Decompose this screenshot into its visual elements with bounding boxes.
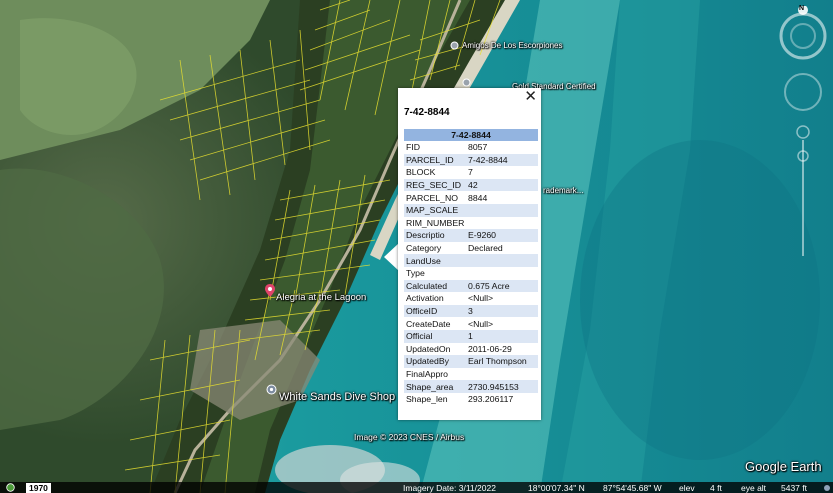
attribute-value [466,254,538,267]
attribute-value: 2730.945153 [466,380,538,393]
attribute-key: UpdatedBy [404,355,466,368]
attribute-row: CreateDate <Null> [404,317,538,330]
eye-altitude-value: 5437 ft [781,483,807,493]
attribute-key: UpdatedOn [406,343,451,354]
attribute-row: Shape_area 2730.945153 [404,380,538,393]
attribute-value: 42 [466,178,538,192]
attribute-row: Activation <Null> [404,292,538,305]
attribute-key: FID [406,142,420,153]
attribute-key: FinalAppro [406,368,449,379]
place-pin-icon[interactable] [265,282,275,301]
attribute-row: MAP_SCALE [404,203,538,217]
attribute-row: Official 1 [404,329,538,343]
attribute-row: OfficeID 3 [404,304,538,318]
attribute-value [466,368,538,381]
attribute-key: OfficeID [404,304,466,318]
parcel-info-balloon: ✕ 7-42-8844 7-42-8844 FID 8057 PARCEL_ID 7-… [398,87,541,420]
attribute-key: MAP_SCALE [404,203,466,217]
attribute-value: 293.206117 [468,394,514,405]
attribute-key: RIM_NUMBER [406,217,465,228]
attribute-row: Shape_len 293.206117 [404,393,538,406]
attribute-row: Calculated 0.675 Acre [404,279,538,293]
attribute-key: Activation [406,293,444,304]
attribute-row: FID 8057 [404,141,538,154]
year-slider-label[interactable]: 1970 [26,483,51,493]
attribute-value: <Null> [468,318,494,329]
attribute-key: Descriptio [404,229,466,242]
map-viewport[interactable]: Amigos De Los Escorpiones Gold Standard … [0,0,833,493]
place-label-trademark[interactable]: rademark... [543,186,583,195]
attribute-key: Type [406,268,425,279]
attribute-value: 8057 [468,142,488,153]
imagery-date: Imagery Date: 3/11/2022 [403,483,496,493]
google-earth-logo: Google Earth [745,459,822,474]
attribute-row: UpdatedBy Earl Thompson [404,355,538,368]
popup-title: 7-42-8844 [404,107,450,118]
attribute-row: LandUse [404,254,538,267]
attribute-value [466,203,538,217]
historical-imagery-clock-icon[interactable] [6,483,15,493]
place-label-alegria[interactable]: Alegria at the Lagoon [276,292,366,303]
attribute-value: Earl Thompson [466,355,538,368]
longitude: 87°54'45.68" W [603,483,662,493]
attribute-row: Descriptio E-9260 [404,229,538,242]
attribute-row: FinalAppro [404,368,538,381]
eye-altitude-label: eye alt [741,483,767,493]
status-bar: 1970 Imagery Date: 3/11/2022 18°00'07.34… [0,482,833,493]
attribute-row: PARCEL_NO 8844 [404,191,538,204]
attribute-row: UpdatedOn 2011-06-29 [404,343,538,356]
attribute-row: PARCEL_ID 7-42-8844 [404,153,538,167]
close-icon[interactable]: ✕ [524,87,537,105]
attribute-key: Category [406,243,442,254]
attribute-table-header: 7-42-8844 [404,129,538,141]
attribute-key: Calculated [404,279,466,293]
attribute-row: RIM_NUMBER [404,217,538,230]
attribute-key: Shape_len [406,394,448,405]
latitude: 18°00'07.34" N [528,483,585,493]
attribute-value [466,217,538,230]
compass-north-label: N [799,5,805,12]
attribute-key: Shape_area [404,380,466,393]
attribute-key: BLOCK [406,167,436,178]
status-indicator-icon [823,484,831,493]
attribute-table: 7-42-8844 FID 8057 PARCEL_ID 7-42-8844 BLOCK… [404,129,538,405]
attribute-value: <Null> [468,293,494,304]
attribute-value: 3 [466,304,538,318]
look-joystick-icon[interactable] [784,73,822,111]
attribute-value [466,267,538,280]
place-pin-icon[interactable] [266,381,277,400]
attribute-value: 7-42-8844 [466,153,538,167]
attribute-value: Declared [468,243,503,254]
place-label-white-sands[interactable]: White Sands Dive Shop [279,391,395,403]
attribute-row: BLOCK 7 [404,166,538,179]
place-pin-icon[interactable] [450,35,459,54]
attribute-key: PARCEL_ID [404,153,466,167]
place-label-amigos[interactable]: Amigos De Los Escorpiones [462,41,563,50]
elevation-value: 4 ft [710,483,722,493]
navigation-controls[interactable]: N [778,5,828,266]
attribute-value: 1 [466,329,538,343]
attribute-value: 2011-06-29 [468,343,512,354]
attribute-value: 8844 [468,192,488,203]
attribute-key: CreateDate [406,318,451,329]
elevation-label: elev [679,483,695,493]
attribute-row: REG_SEC_ID 42 [404,178,538,192]
attribute-row: Type [404,267,538,280]
attribute-value: 0.675 Acre [466,279,538,293]
attribute-row: Category Declared [404,242,538,255]
attribute-key: REG_SEC_ID [404,178,466,192]
popup-pointer [384,243,399,271]
zoom-slider[interactable] [796,125,810,256]
attribute-key: Official [404,329,466,343]
attribute-key: PARCEL_NO [406,192,458,203]
attribute-value: E-9260 [466,229,538,242]
imagery-attribution: Image © 2023 CNES / Airbus [354,432,465,442]
attribute-key: LandUse [404,254,466,267]
compass-ring-icon[interactable] [779,5,827,60]
attribute-value: 7 [468,167,473,178]
